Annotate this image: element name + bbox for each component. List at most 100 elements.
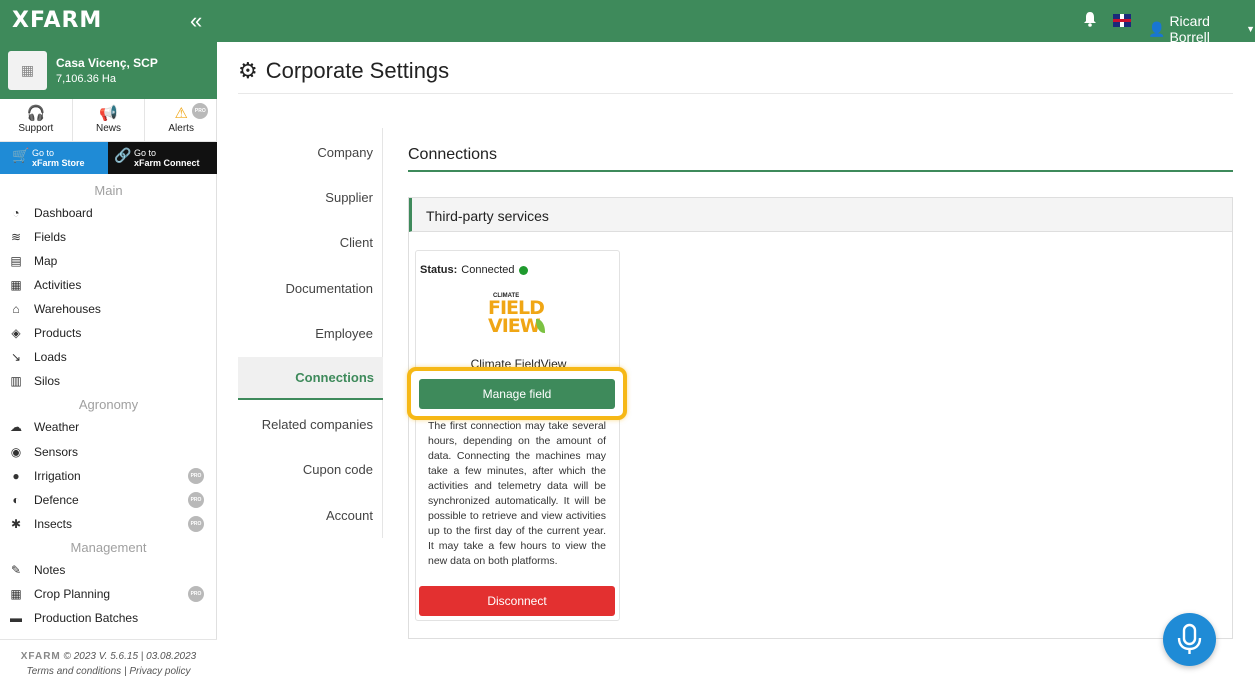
sidebar-item-loads[interactable]: ↘ Loads [8, 347, 208, 367]
tab-account[interactable]: Account [326, 508, 373, 523]
support-label: Support [18, 123, 54, 134]
status-dot-icon [518, 265, 528, 275]
sidebar-item-warehouses[interactable]: ⌂ Warehouses [8, 299, 208, 319]
sidebar-item-fields[interactable]: ≋ Fields [8, 227, 208, 247]
link-icon: 🔗 [114, 147, 132, 163]
disconnect-button[interactable]: Disconnect [419, 586, 615, 616]
tab-employee[interactable]: Employee [315, 326, 373, 341]
sidebar-item-activities[interactable]: ▦ Activities [8, 275, 208, 295]
panel-title: Third-party services [426, 208, 549, 224]
sidebar-item-label: Warehouses [34, 302, 101, 316]
sidebar-item-sensors[interactable]: ◉ Sensors [8, 442, 208, 462]
microphone-icon [1177, 623, 1202, 654]
status-label: Status: [420, 264, 458, 276]
store-line2: xFarm Store [32, 158, 85, 168]
sidebar-item-map[interactable]: ▤ Map [8, 251, 208, 271]
sidebar-item-crop-planning[interactable]: ▦ Crop Planning PRO [8, 584, 208, 604]
settings-subnav: Company Supplier Client Documentation Em… [238, 128, 383, 538]
sidebar-item-label: Sensors [34, 445, 79, 459]
sidebar-item-notes[interactable]: ✎ Notes [8, 560, 208, 580]
bell-icon[interactable] [1083, 11, 1097, 27]
page-title: ⚙ Corporate Settings [238, 58, 449, 84]
tab-client[interactable]: Client [340, 235, 373, 250]
sidebar-footer: XFARM © 2023 V. 5.6.15 | 03.08.2023 Term… [0, 639, 217, 685]
sidebar-item-label: Insects [34, 517, 73, 531]
connection-status: Status: Connected [420, 264, 528, 276]
tab-connections[interactable]: Connections [238, 357, 383, 400]
sidebar-item-weather[interactable]: ☁ Weather [8, 417, 208, 437]
tab-related-companies[interactable]: Related companies [262, 417, 373, 432]
sidebar-item-label: Crop Planning [34, 587, 111, 601]
sidebar-item-defence[interactable]: ◐ Defence PRO [8, 490, 208, 510]
sensor-icon: ◉ [10, 445, 22, 459]
sidebar-item-label: Products [34, 326, 82, 340]
support-icon: 🎧 [26, 105, 46, 122]
terms-link[interactable]: Terms and conditions [27, 666, 122, 677]
sidebar-item-silos[interactable]: ▥ Silos [8, 371, 208, 391]
sidebar-item-label: Map [34, 254, 58, 268]
sidebar: ▦ Casa Vicenç, SCP 7,106.36 Ha 🎧 Support… [0, 42, 217, 685]
shield-icon: ◐ [12, 493, 20, 507]
news-button[interactable]: 📢 News [73, 99, 146, 141]
user-menu[interactable]: 👤 Ricard Borrell ▼ [1148, 13, 1255, 45]
caret-down-icon: ▼ [1246, 24, 1255, 34]
manage-field-button[interactable]: Manage field [419, 379, 615, 409]
section-title-main: Main [94, 183, 123, 198]
tab-company[interactable]: Company [317, 145, 373, 160]
weather-icon: ☁ [10, 420, 22, 434]
pro-badge: PRO [188, 516, 204, 532]
megaphone-icon: 📢 [99, 105, 118, 122]
farm-area: 7,106.36 Ha [56, 73, 116, 85]
dolly-icon: ↘ [10, 350, 22, 364]
cart-icon: 🛒 [12, 147, 30, 163]
connections-title: Connections [408, 146, 497, 163]
chevron-double-left-icon[interactable]: « [190, 8, 202, 34]
privacy-link[interactable]: Privacy policy [129, 666, 190, 677]
footer-logo: XFARM [20, 651, 61, 662]
bug-icon: ✱ [10, 517, 22, 531]
user-icon: 👤 [1148, 20, 1166, 37]
farm-selector[interactable]: ▦ Casa Vicenç, SCP 7,106.36 Ha [0, 42, 217, 99]
xfarm-connect-button[interactable]: 🔗 Go to xFarm Connect [108, 142, 217, 174]
tab-supplier[interactable]: Supplier [325, 190, 373, 205]
box-icon: ◈ [11, 326, 21, 340]
sidebar-item-label: Defence [34, 493, 79, 507]
warehouse-icon: ⌂ [12, 302, 20, 316]
xfarm-store-button[interactable]: 🛒 Go to xFarm Store [0, 142, 108, 174]
sidebar-item-label: Loads [34, 350, 67, 364]
uk-flag-icon[interactable] [1113, 14, 1131, 27]
section-title-management: Management [70, 540, 147, 555]
farm-name: Casa Vicenç, SCP [56, 56, 158, 70]
xfarm-logo[interactable]: XFARM [12, 8, 102, 33]
sidebar-item-insects[interactable]: ✱ Insects PRO [8, 514, 208, 534]
farm-building-icon: ▦ [8, 51, 47, 90]
page-title-text: Corporate Settings [265, 58, 450, 83]
footer-version: © 2023 V. 5.6.15 | 03.08.2023 [63, 651, 197, 662]
tab-connections-label: Connections [295, 370, 374, 385]
sidebar-item-irrigation[interactable]: ● Irrigation PRO [8, 466, 208, 486]
sidebar-item-dashboard[interactable]: ◔ Dashboard [8, 203, 208, 223]
sidebar-item-label: Notes [34, 563, 66, 577]
title-divider [238, 93, 1233, 94]
store-line1: Go to [32, 148, 55, 158]
fields-icon: ≋ [10, 230, 22, 244]
support-button[interactable]: 🎧 Support [0, 99, 73, 141]
logo-wordmark: FIELD VIEW [488, 299, 545, 336]
quick-actions: 🎧 Support 📢 News ⚠ Alerts PRO [0, 99, 217, 142]
pro-badge: PRO [188, 492, 204, 508]
store-links: 🛒 Go to xFarm Store 🔗 Go to xFarm Connec… [0, 142, 217, 174]
sidebar-item-label: Dashboard [34, 206, 93, 220]
sidebar-item-label: Irrigation [34, 469, 81, 483]
sidebar-item-label: Weather [34, 420, 80, 434]
tab-documentation[interactable]: Documentation [286, 281, 373, 296]
connection-description: The first connection may take several ho… [428, 420, 606, 567]
connect-line2: xFarm Connect [134, 158, 200, 168]
pro-badge: PRO [188, 586, 204, 602]
tab-cupon-code[interactable]: Cupon code [303, 462, 373, 477]
sidebar-item-label: Silos [34, 374, 61, 388]
alerts-button[interactable]: ⚠ Alerts PRO [145, 99, 217, 141]
sidebar-item-products[interactable]: ◈ Products [8, 323, 208, 343]
dashboard-icon: ◔ [12, 206, 20, 220]
voice-assistant-button[interactable] [1163, 613, 1216, 666]
sidebar-item-production-batches[interactable]: ▬ Production Batches [8, 608, 208, 628]
